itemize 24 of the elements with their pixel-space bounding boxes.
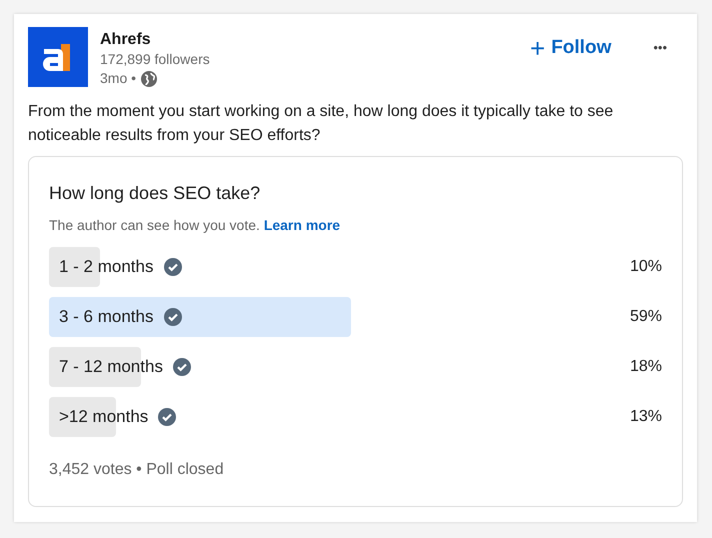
option-label: 3 - 6 months bbox=[59, 307, 154, 327]
poll-footer: 3,452 votes • Poll closed bbox=[49, 461, 662, 479]
option-label: 7 - 12 months bbox=[59, 357, 163, 377]
poll-title: How long does SEO take? bbox=[49, 182, 262, 205]
check-icon bbox=[164, 308, 182, 326]
option-label: >12 months bbox=[59, 407, 148, 427]
option-percent: 59% bbox=[628, 308, 662, 326]
follower-count: 172,899 followers bbox=[100, 50, 211, 69]
post-time: 3mo • bbox=[100, 69, 136, 88]
poll-note: The author can see how you vote. Learn more bbox=[49, 216, 342, 235]
check-icon bbox=[164, 258, 182, 276]
follow-button[interactable]: + Follow bbox=[526, 35, 616, 61]
option-percent: 18% bbox=[628, 358, 662, 376]
learn-more-link[interactable]: Learn more bbox=[264, 217, 340, 233]
option-percent: 13% bbox=[628, 408, 662, 426]
post-text: From the moment you start working on a site, how long does it typically take to see noticeable results from your SEO efforts? bbox=[28, 102, 614, 146]
logo-icon bbox=[28, 27, 88, 87]
check-icon bbox=[158, 408, 176, 426]
check-icon bbox=[172, 358, 191, 376]
option-percent: 10% bbox=[628, 258, 662, 276]
author-name[interactable]: Ahrefs bbox=[100, 30, 514, 50]
more-button[interactable]: ••• bbox=[649, 35, 671, 59]
option-label: 1 - 2 months bbox=[59, 257, 154, 277]
globe-icon bbox=[141, 70, 158, 86]
